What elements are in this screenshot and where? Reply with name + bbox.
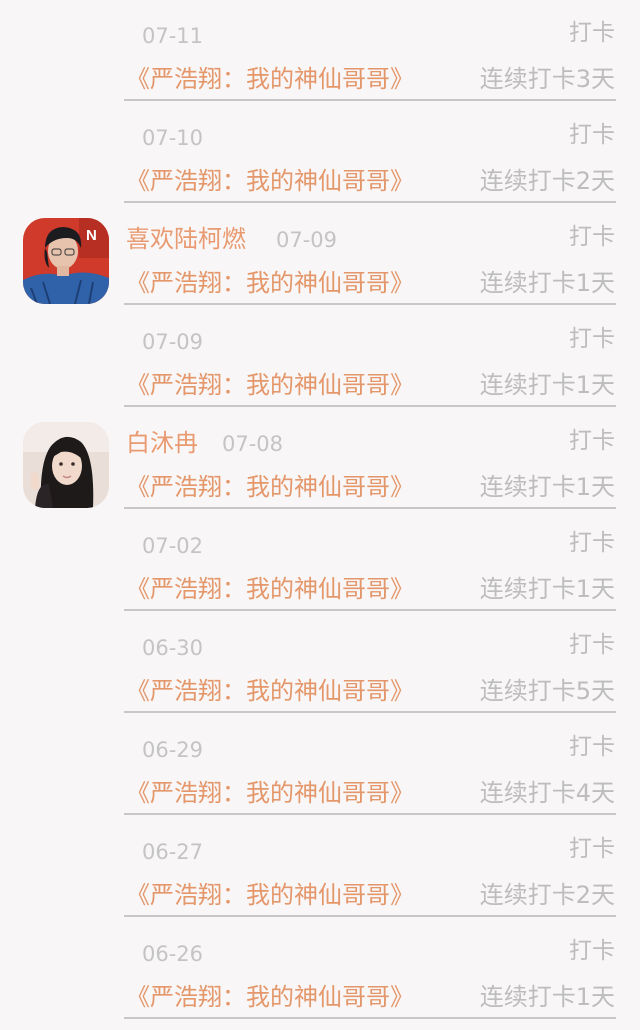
streak-count: 连续打卡1天 bbox=[479, 473, 615, 501]
streak-count: 连续打卡1天 bbox=[479, 983, 615, 1011]
row-divider bbox=[124, 1017, 616, 1019]
checkin-entry[interactable]: 06-29 打卡 《严浩翔：我的神仙哥哥》 连续打卡4天 bbox=[0, 714, 640, 816]
checkin-action-label: 打卡 bbox=[569, 632, 615, 658]
entry-date: 06-27 bbox=[142, 840, 204, 864]
checkin-action-label: 打卡 bbox=[569, 938, 615, 964]
entry-date: 07-09 bbox=[142, 330, 204, 354]
streak-count: 连续打卡4天 bbox=[479, 779, 615, 807]
entry-date: 07-10 bbox=[142, 126, 204, 150]
streak-count: 连续打卡3天 bbox=[479, 65, 615, 93]
checkin-action-label: 打卡 bbox=[569, 836, 615, 862]
streak-count: 连续打卡1天 bbox=[479, 371, 615, 399]
avatar[interactable] bbox=[23, 422, 109, 508]
book-title-link[interactable]: 《严浩翔：我的神仙哥哥》 bbox=[126, 62, 414, 96]
entry-date: 06-29 bbox=[142, 738, 204, 762]
entry-date: 07-09 bbox=[276, 228, 338, 252]
book-title-link[interactable]: 《严浩翔：我的神仙哥哥》 bbox=[126, 266, 414, 300]
avatar-lettering: N bbox=[86, 227, 97, 244]
book-title-link[interactable]: 《严浩翔：我的神仙哥哥》 bbox=[126, 674, 414, 708]
row-divider bbox=[124, 711, 616, 713]
user-name[interactable]: 白沐冉 bbox=[126, 426, 198, 460]
checkin-entry[interactable]: N 喜欢陆柯燃 07-09 打卡 《严浩翔：我的神仙哥哥》 连续打卡1天 bbox=[0, 204, 640, 306]
row-divider bbox=[124, 201, 616, 203]
row-divider bbox=[124, 915, 616, 917]
book-title-link[interactable]: 《严浩翔：我的神仙哥哥》 bbox=[126, 164, 414, 198]
checkin-entry[interactable]: 07-09 打卡 《严浩翔：我的神仙哥哥》 连续打卡1天 bbox=[0, 306, 640, 408]
row-divider bbox=[124, 303, 616, 305]
user-photo bbox=[23, 422, 109, 508]
book-title-link[interactable]: 《严浩翔：我的神仙哥哥》 bbox=[126, 776, 414, 810]
checkin-action-label: 打卡 bbox=[569, 530, 615, 556]
streak-count: 连续打卡5天 bbox=[479, 677, 615, 705]
checkin-entry[interactable]: 07-10 打卡 《严浩翔：我的神仙哥哥》 连续打卡2天 bbox=[0, 102, 640, 204]
user-name[interactable]: 喜欢陆柯燃 bbox=[126, 222, 246, 256]
checkin-action-label: 打卡 bbox=[569, 224, 615, 250]
streak-count: 连续打卡1天 bbox=[479, 575, 615, 603]
checkin-entry[interactable]: 06-27 打卡 《严浩翔：我的神仙哥哥》 连续打卡2天 bbox=[0, 816, 640, 918]
row-divider bbox=[124, 99, 616, 101]
streak-count: 连续打卡2天 bbox=[479, 167, 615, 195]
user-photo: N bbox=[23, 218, 109, 304]
row-divider bbox=[124, 609, 616, 611]
book-title-link[interactable]: 《严浩翔：我的神仙哥哥》 bbox=[126, 878, 414, 912]
checkin-action-label: 打卡 bbox=[569, 122, 615, 148]
book-title-link[interactable]: 《严浩翔：我的神仙哥哥》 bbox=[126, 470, 414, 504]
checkin-action-label: 打卡 bbox=[569, 326, 615, 352]
checkin-action-label: 打卡 bbox=[569, 734, 615, 760]
checkin-entry[interactable]: 07-02 打卡 《严浩翔：我的神仙哥哥》 连续打卡1天 bbox=[0, 510, 640, 612]
entry-date: 06-26 bbox=[142, 942, 204, 966]
checkin-entry[interactable]: 06-26 打卡 《严浩翔：我的神仙哥哥》 连续打卡1天 bbox=[0, 918, 640, 1020]
checkin-entry[interactable]: 06-30 打卡 《严浩翔：我的神仙哥哥》 连续打卡5天 bbox=[0, 612, 640, 714]
avatar[interactable]: N bbox=[23, 218, 109, 304]
checkin-action-label: 打卡 bbox=[569, 20, 615, 46]
streak-count: 连续打卡2天 bbox=[479, 881, 615, 909]
checkin-feed: 07-11 打卡 《严浩翔：我的神仙哥哥》 连续打卡3天 07-10 打卡 《严… bbox=[0, 0, 640, 1030]
row-divider bbox=[124, 507, 616, 509]
book-title-link[interactable]: 《严浩翔：我的神仙哥哥》 bbox=[126, 980, 414, 1014]
streak-count: 连续打卡1天 bbox=[479, 269, 615, 297]
entry-date: 07-02 bbox=[142, 534, 204, 558]
book-title-link[interactable]: 《严浩翔：我的神仙哥哥》 bbox=[126, 572, 414, 606]
row-divider bbox=[124, 405, 616, 407]
entry-date: 07-11 bbox=[142, 24, 204, 48]
book-title-link[interactable]: 《严浩翔：我的神仙哥哥》 bbox=[126, 368, 414, 402]
checkin-entry[interactable]: 07-11 打卡 《严浩翔：我的神仙哥哥》 连续打卡3天 bbox=[0, 0, 640, 102]
entry-date: 07-08 bbox=[222, 432, 284, 456]
entry-date: 06-30 bbox=[142, 636, 204, 660]
checkin-action-label: 打卡 bbox=[569, 428, 615, 454]
checkin-entry[interactable]: 白沐冉 07-08 打卡 《严浩翔：我的神仙哥哥》 连续打卡1天 bbox=[0, 408, 640, 510]
row-divider bbox=[124, 813, 616, 815]
